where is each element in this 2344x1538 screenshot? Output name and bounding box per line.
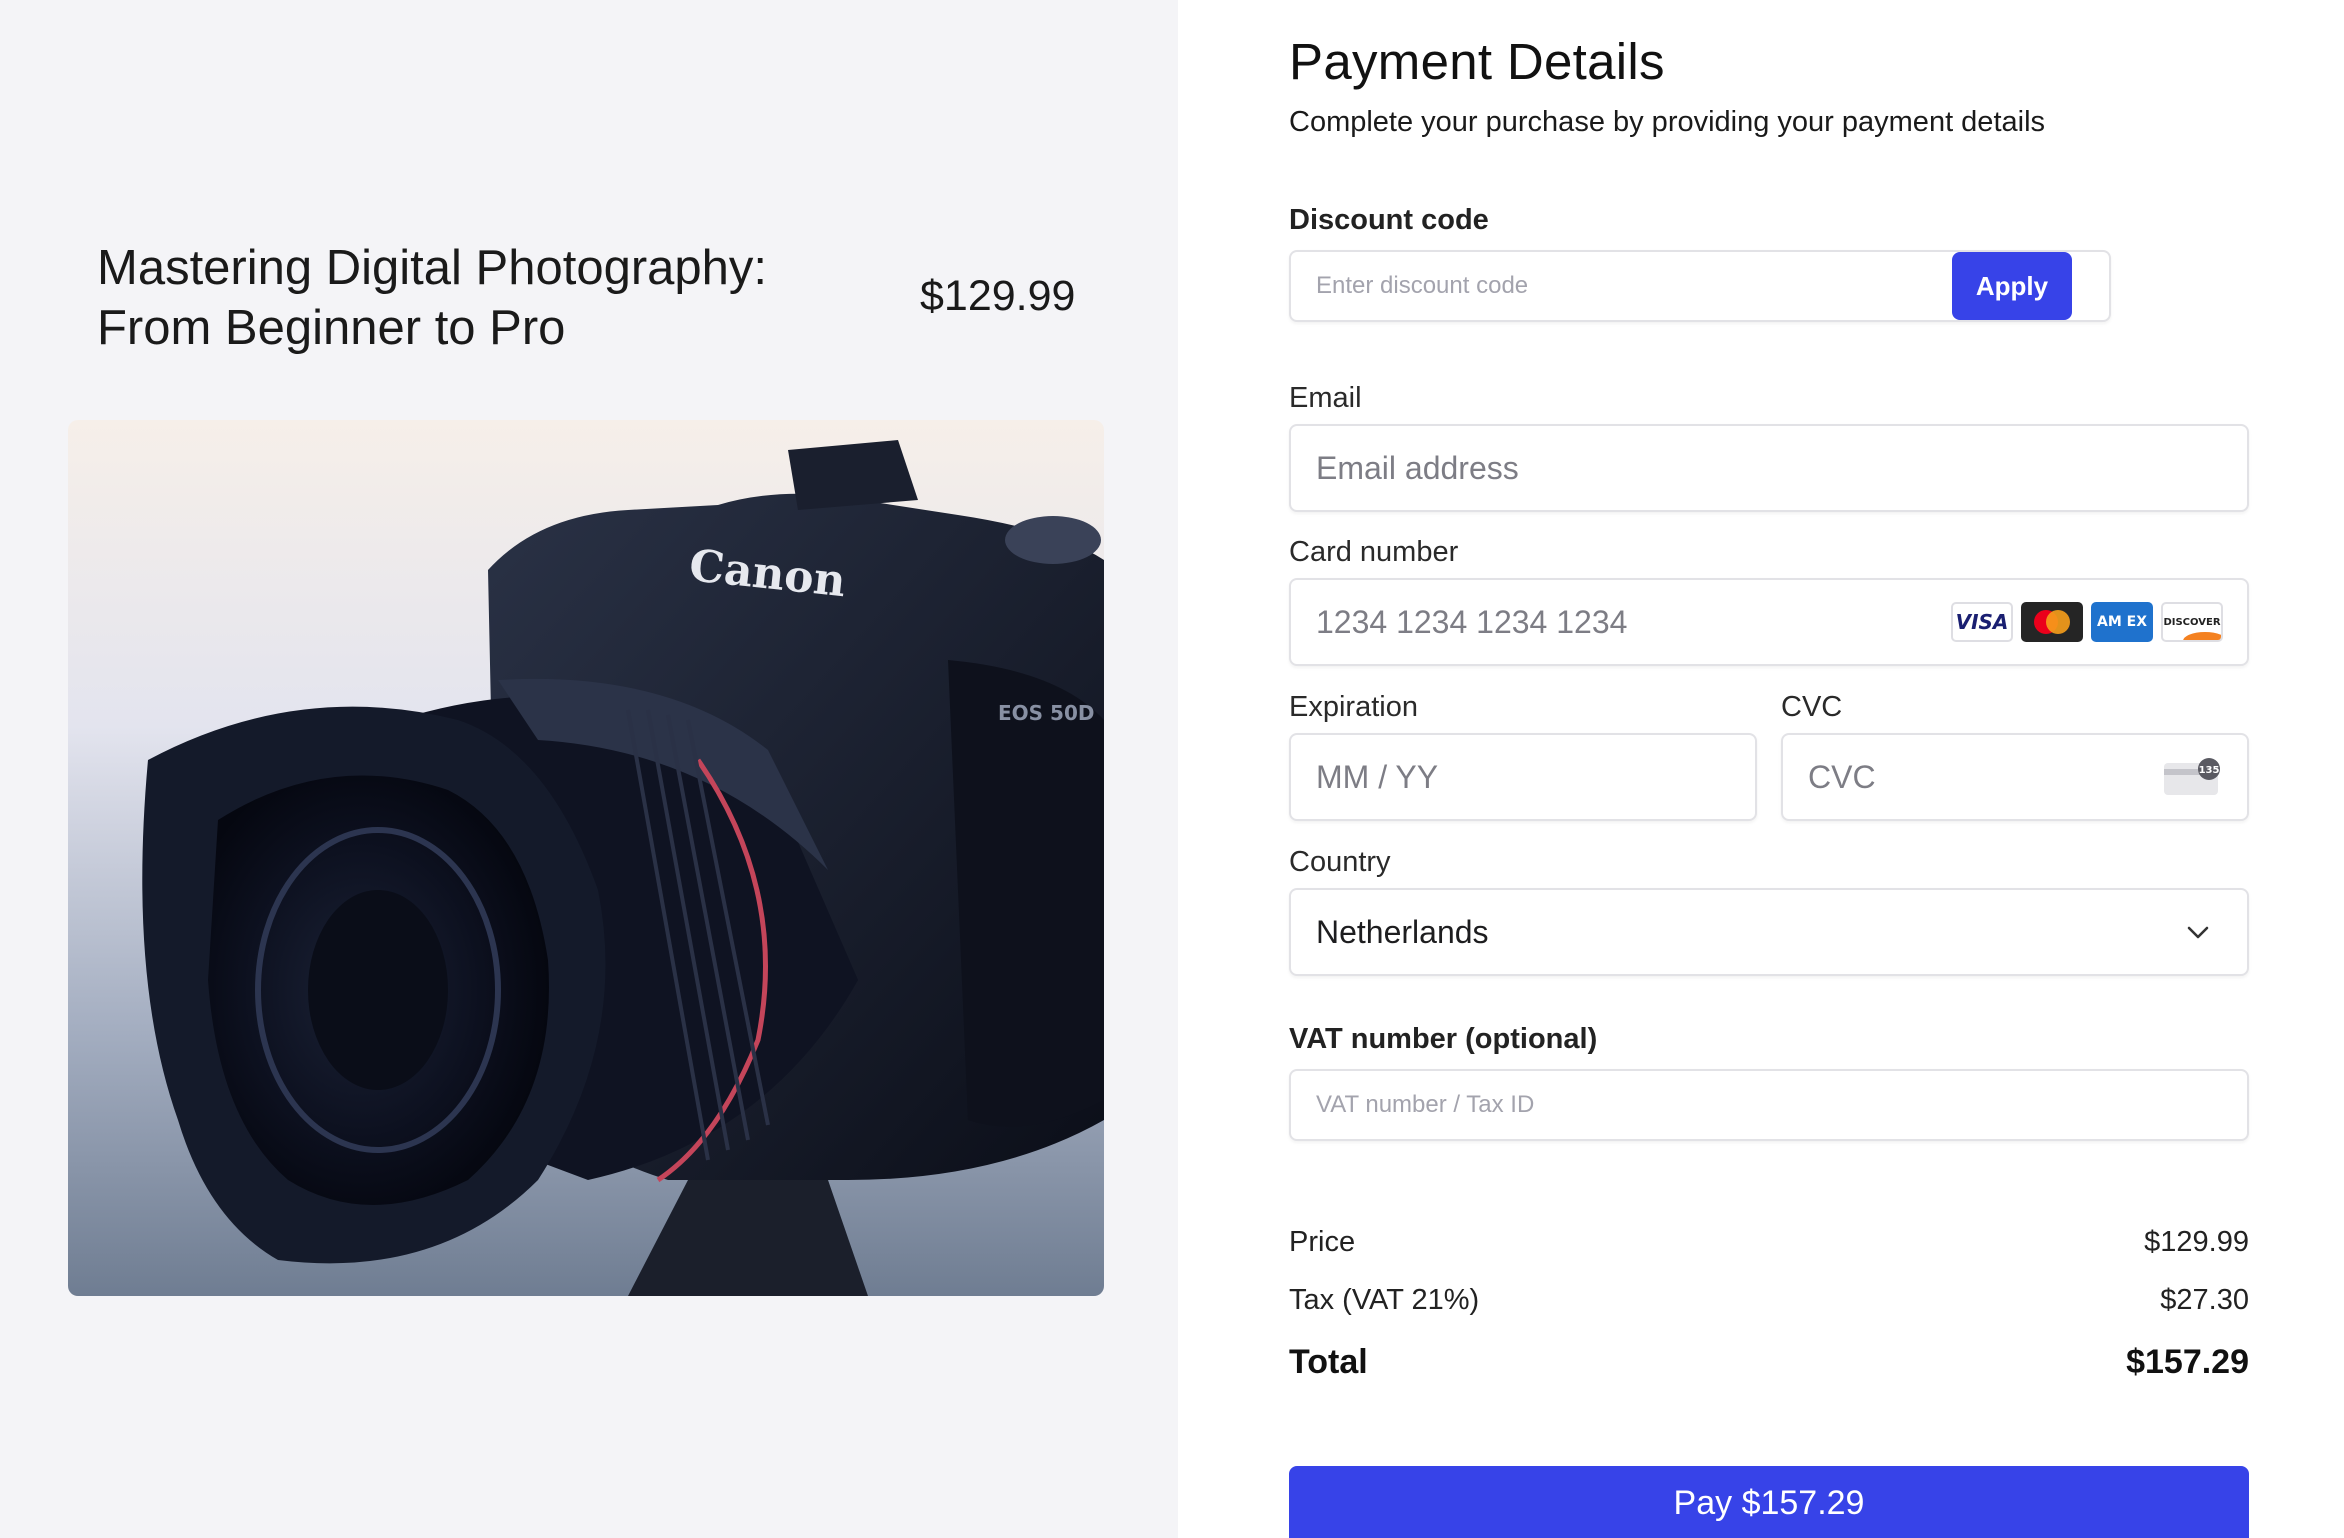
cvc-label: CVC <box>1781 691 1843 723</box>
apply-discount-button[interactable]: Apply <box>1952 252 2072 320</box>
email-placeholder: Email address <box>1316 449 1519 486</box>
product-panel: Mastering Digital Photography: From Begi… <box>0 0 1178 1538</box>
card-number-placeholder: 1234 1234 1234 1234 <box>1316 603 1628 640</box>
mastercard-icon <box>2021 602 2083 642</box>
summary-price-label: Price <box>1289 1226 1356 1258</box>
cvc-input[interactable]: CVC 135 <box>1781 733 2249 821</box>
camera-model-label: EOS 50D <box>998 701 1094 725</box>
page-subtitle: Complete your purchase by providing your… <box>1289 106 2046 138</box>
expiration-input[interactable]: MM / YY <box>1289 733 1757 821</box>
email-label: Email <box>1289 382 1362 414</box>
amex-icon: AM EX <box>2091 602 2153 642</box>
summary-total-row: Total $157.29 <box>1289 1343 2249 1382</box>
summary-total-value: $157.29 <box>2126 1343 2249 1381</box>
card-number-label: Card number <box>1289 536 1459 568</box>
country-label: Country <box>1289 846 1391 878</box>
card-number-input[interactable]: 1234 1234 1234 1234 VISA AM EX DISCOVER <box>1289 578 2249 666</box>
expiration-label: Expiration <box>1289 691 1418 723</box>
vat-placeholder: VAT number / Tax ID <box>1316 1091 1535 1118</box>
card-brand-logos: VISA AM EX DISCOVER <box>1951 602 2223 642</box>
cvc-card-icon: 135 <box>2164 758 2220 795</box>
product-image: Canon EOS 50D <box>68 420 1104 1296</box>
vat-label: VAT number (optional) <box>1289 1023 1598 1055</box>
country-selected-value: Netherlands <box>1316 913 1489 950</box>
summary-price-value: $129.99 <box>2144 1226 2249 1258</box>
summary-total-label: Total <box>1289 1343 1368 1381</box>
expiration-placeholder: MM / YY <box>1316 758 1439 795</box>
discover-icon: DISCOVER <box>2161 602 2223 642</box>
page-title: Payment Details <box>1289 33 1665 90</box>
discover-label: DISCOVER <box>2163 616 2221 628</box>
discount-code-placeholder: Enter discount code <box>1316 272 1529 299</box>
discount-code-label: Discount code <box>1289 204 1489 236</box>
summary-price-row: Price $129.99 <box>1289 1226 2249 1259</box>
product-title: Mastering Digital Photography: From Begi… <box>97 241 768 355</box>
summary-tax-label: Tax (VAT 21%) <box>1289 1284 1480 1316</box>
visa-icon: VISA <box>1951 602 2013 642</box>
pay-button[interactable]: Pay $157.29 <box>1289 1466 2249 1538</box>
vat-input[interactable]: VAT number / Tax ID <box>1289 1069 2249 1141</box>
country-select[interactable]: Netherlands <box>1289 888 2249 976</box>
product-price: $129.99 <box>920 272 1076 320</box>
chevron-down-icon <box>2187 926 2209 939</box>
summary-tax-row: Tax (VAT 21%) $27.30 <box>1289 1284 2249 1317</box>
summary-tax-value: $27.30 <box>2160 1284 2249 1316</box>
cvc-placeholder: CVC <box>1808 758 1876 795</box>
email-input[interactable]: Email address <box>1289 424 2249 512</box>
cvc-icon-text: 135 <box>2199 765 2220 776</box>
